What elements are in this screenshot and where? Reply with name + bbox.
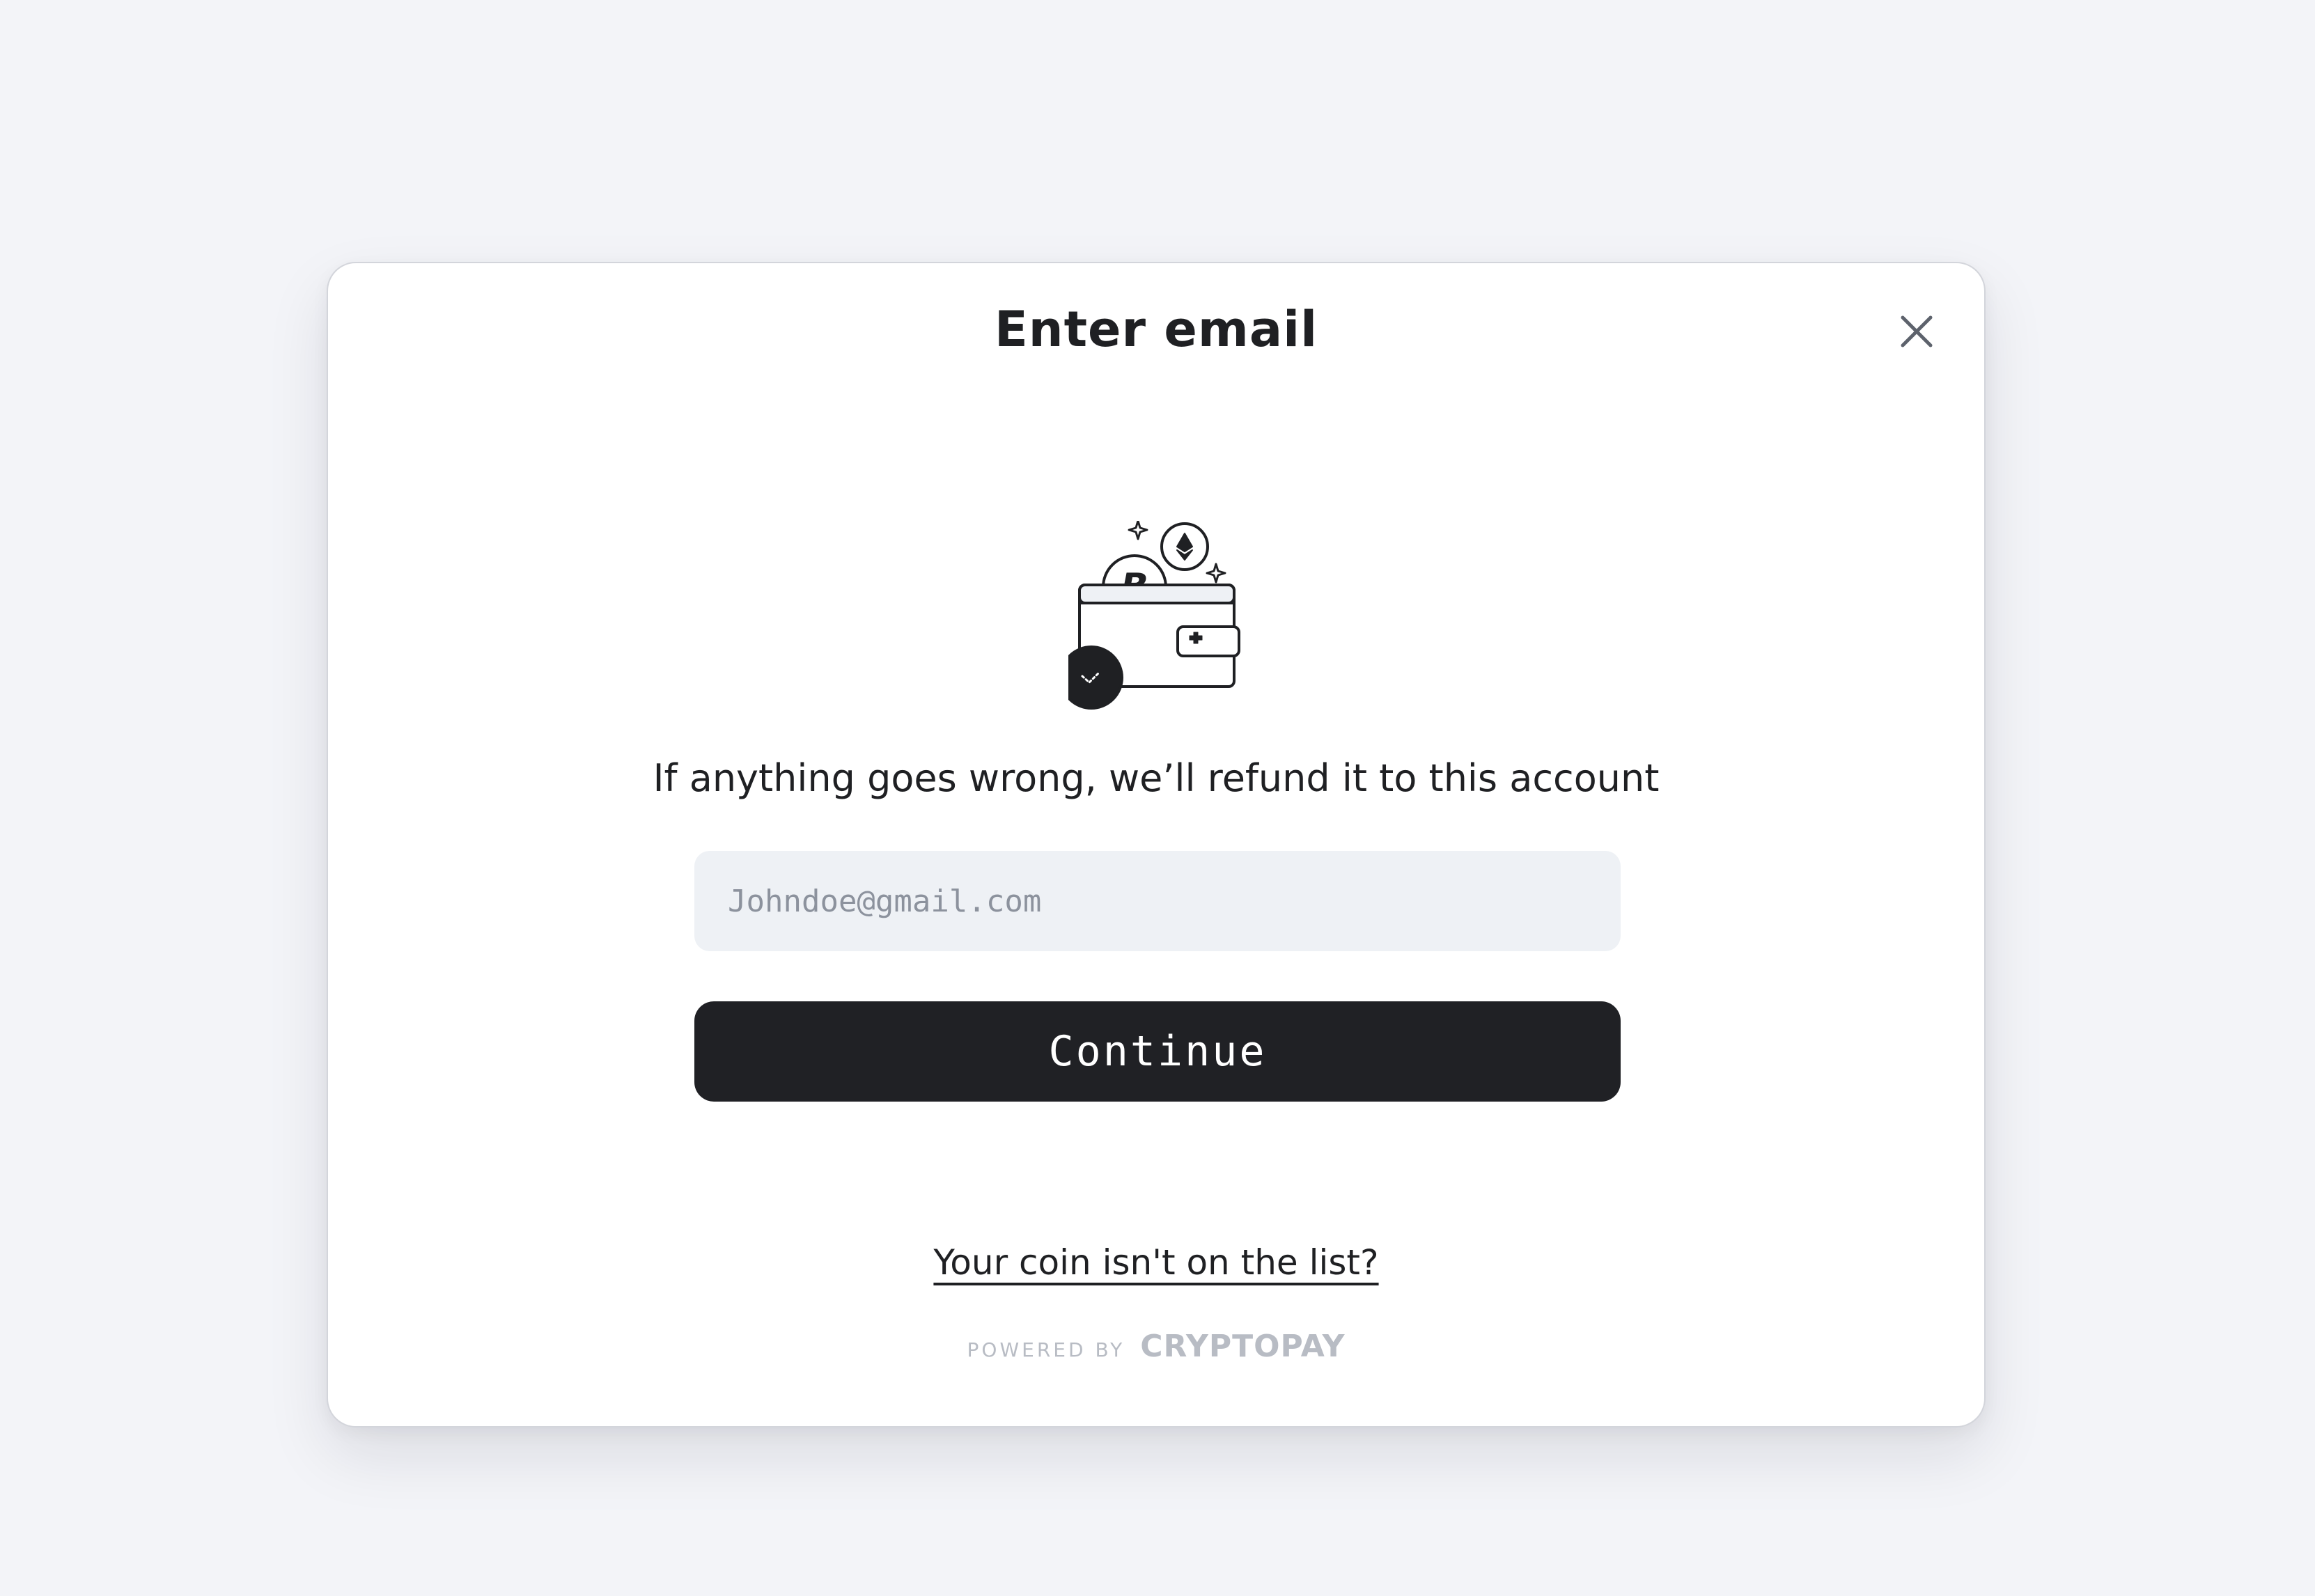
close-icon — [1901, 315, 1933, 347]
close-button[interactable] — [1887, 302, 1946, 361]
cryptopay-logo: CRYPTOPAY — [1140, 1329, 1346, 1364]
continue-button[interactable]: Continue — [694, 1001, 1621, 1102]
email-modal: Enter email B — [327, 262, 1986, 1427]
modal-title: Enter email — [994, 301, 1318, 358]
powered-by-footer: POWERED BY CRYPTOPAY — [328, 1329, 1984, 1364]
coin-link-container: Your coin isn't on the list? — [328, 1238, 1984, 1287]
powered-by-label: POWERED BY — [967, 1338, 1125, 1361]
email-field[interactable] — [694, 851, 1621, 951]
refund-notice: If anything goes wrong, we’ll refund it … — [653, 756, 1660, 800]
coin-not-listed-link[interactable]: Your coin isn't on the list? — [933, 1242, 1378, 1283]
wallet-crypto-icon: B — [1059, 519, 1249, 716]
